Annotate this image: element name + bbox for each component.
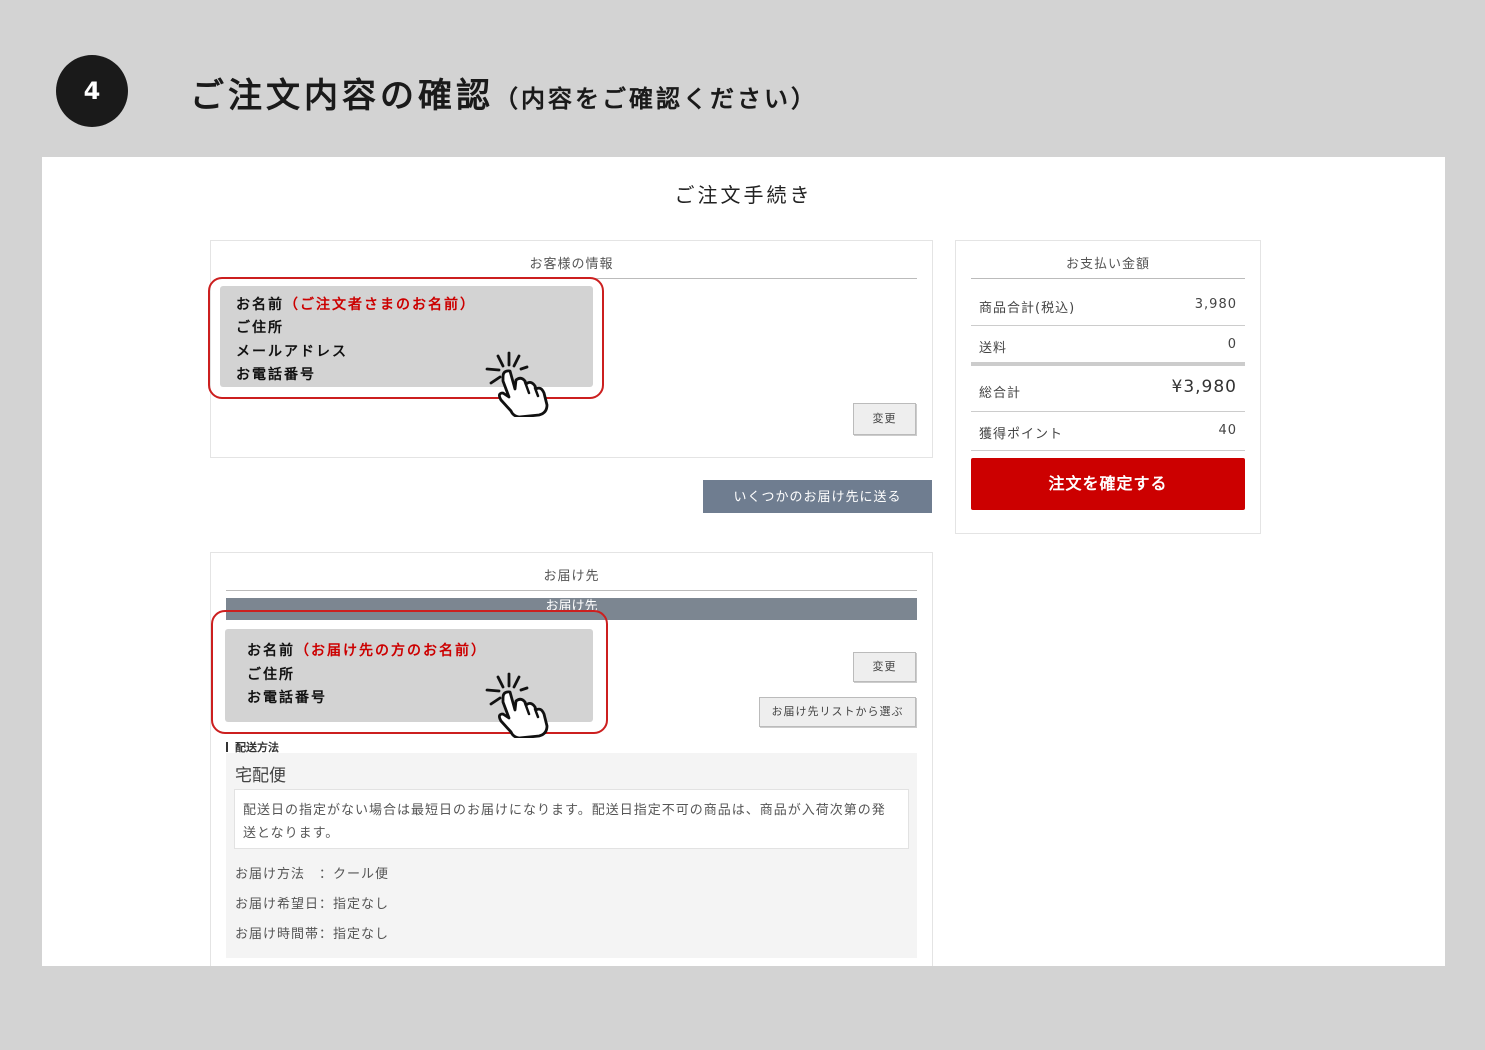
shipping-method-box: 宅配便 配送日の指定がない場合は最短日のお届けになります。配送日指定不可の商品は… [226, 753, 917, 958]
delivery-change-button[interactable]: 変更 [853, 652, 916, 682]
subtotal-row: 商品合計(税込) 3,980 [971, 287, 1245, 326]
shipping-method-row: お届け方法 ：クール便 [235, 867, 390, 882]
subtotal-value: 3,980 [1194, 297, 1237, 312]
points-value: 40 [1218, 423, 1237, 438]
delivery-heading: お届け先 [226, 565, 917, 591]
total-row: 総合計 ¥3,980 [971, 367, 1245, 412]
subtotal-label: 商品合計(税込) [979, 301, 1076, 316]
customer-info-heading: お客様の情報 [226, 253, 917, 279]
order-page: ご注文手続き お客様の情報 お名前（ご注文者さまのお名前） ご住所 メールアドレ… [42, 157, 1445, 966]
shipping-notice: 配送日の指定がない場合は最短日のお届けになります。配送日指定不可の商品は、商品が… [234, 789, 909, 849]
payment-panel: お支払い金額 商品合計(税込) 3,980 送料 0 総合計 ¥3,980 獲得… [955, 240, 1261, 534]
shipping-fee-label: 送料 [979, 341, 1008, 356]
page-title: ご注文手続き [674, 183, 813, 207]
delivery-date-row: お届け希望日：指定なし [235, 897, 390, 912]
tap-hand-icon [485, 672, 549, 738]
total-label: 総合計 [979, 386, 1022, 401]
shipping-notice-line2: 送となります。 [243, 826, 340, 841]
delivery-panel: お届け先 お届け先 お名前（お届け先の方のお名前） ご住所 お電話番号 変更 お… [210, 552, 933, 966]
customer-change-button[interactable]: 変更 [853, 403, 916, 435]
step-title-sub: （内容をご確認ください） [494, 85, 818, 113]
points-label: 獲得ポイント [979, 427, 1064, 442]
payment-heading: お支払い金額 [971, 253, 1245, 279]
address-list-button[interactable]: お届け先リストから選ぶ [759, 697, 916, 727]
shipping-fee-value: 0 [1227, 337, 1237, 352]
customer-info-panel: お客様の情報 お名前（ご注文者さまのお名前） ご住所 メールアドレス お電話番号 [208, 240, 933, 458]
multi-delivery-button[interactable]: いくつかのお届け先に送る [703, 480, 932, 513]
shipping-fee-row: 送料 0 [971, 326, 1245, 366]
total-value: ¥3,980 [1171, 377, 1237, 397]
shipping-method-name: 宅配便 [235, 766, 286, 786]
tap-hand-icon [485, 351, 549, 417]
shipping-notice-line1: 配送日の指定がない場合は最短日のお届けになります。配送日指定不可の商品は、商品が… [243, 803, 886, 818]
step-title-main: ご注文内容の確認 [190, 76, 494, 116]
confirm-order-button[interactable]: 注文を確定する [971, 458, 1245, 510]
delivery-time-row: お届け時間帯：指定なし [235, 927, 390, 942]
step-title: ご注文内容の確認（内容をご確認ください） [190, 68, 818, 117]
points-row: 獲得ポイント 40 [971, 412, 1245, 451]
step-number-badge: 4 [56, 55, 128, 127]
